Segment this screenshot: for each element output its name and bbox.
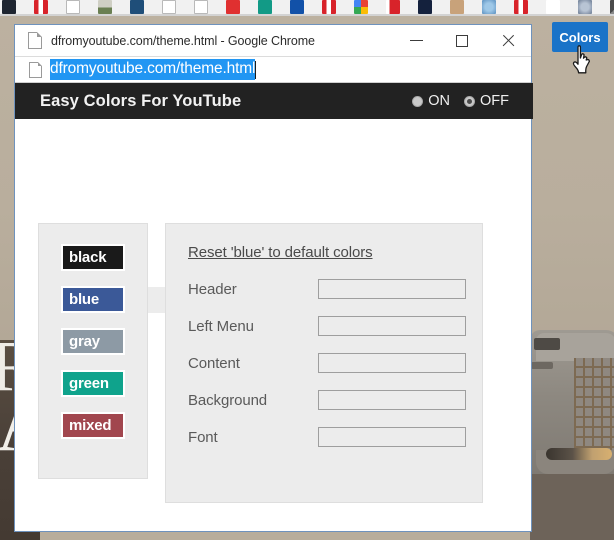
window-titlebar[interactable]: dfromyoutube.com/theme.html - Google Chr…	[15, 25, 531, 57]
page-content: Easy Colors For YouTube ON OFF black blu…	[15, 83, 533, 531]
bookmark-favicon-google-maps[interactable]	[354, 0, 368, 14]
preset-label-blue: blue	[69, 291, 100, 308]
bookmark-favicon-red-stripes-3[interactable]	[514, 0, 528, 14]
radio-off-label: OFF	[480, 93, 509, 109]
bookmarks-bar-divider	[0, 14, 614, 16]
bookmark-favicon-globe[interactable]	[578, 0, 592, 14]
bookmark-favicon-white-text[interactable]	[546, 0, 560, 14]
page-icon-small	[29, 61, 42, 78]
bookmark-favicon-blank[interactable]	[66, 0, 80, 14]
color-swatch-left-menu[interactable]	[318, 316, 466, 336]
setting-label-font: Font	[188, 428, 218, 446]
bookmark-favicon-blank-2[interactable]	[162, 0, 176, 14]
radio-off-icon	[464, 95, 475, 107]
bookmark-favicon-photo[interactable]	[98, 0, 112, 14]
background-appliance-grill	[574, 358, 614, 458]
setting-row-font: Font	[188, 427, 482, 447]
background-appliance-vent-2	[531, 362, 553, 369]
power-toggle-group: ON OFF	[412, 93, 509, 109]
text-caret	[255, 60, 257, 79]
background-appliance-tray-inner	[546, 448, 612, 460]
chrome-browser-window: dfromyoutube.com/theme.html - Google Chr…	[14, 24, 533, 532]
color-settings-panel: Reset 'blue' to default colors Header Le…	[165, 223, 483, 503]
bookmark-favicon-red-stripes[interactable]	[34, 0, 48, 14]
setting-row-header: Header	[188, 279, 482, 299]
maximize-icon	[456, 34, 468, 47]
radio-on[interactable]: ON	[412, 93, 450, 109]
minimize-button[interactable]	[393, 25, 439, 56]
url-input[interactable]: dfromyoutube.com/theme.html	[50, 59, 255, 80]
page-icon	[28, 32, 42, 49]
setting-label-content: Content	[188, 354, 240, 372]
preset-label-gray: gray	[69, 333, 100, 350]
setting-label-background: Background	[188, 391, 268, 409]
color-swatch-font[interactable]	[318, 427, 466, 447]
preset-button-black[interactable]: black	[61, 244, 125, 271]
setting-row-content: Content	[188, 353, 482, 373]
window-title: dfromyoutube.com/theme.html - Google Chr…	[51, 33, 315, 48]
theme-preset-panel: black blue gray green mixed	[38, 223, 148, 479]
bookmark-favicon-blue-building[interactable]	[130, 0, 144, 14]
bookmark-favicon-navy[interactable]	[418, 0, 432, 14]
minimize-icon	[409, 40, 423, 41]
close-button[interactable]	[485, 25, 531, 56]
background-floor-right	[530, 474, 614, 540]
extension-header: Easy Colors For YouTube ON OFF	[15, 83, 533, 119]
bookmark-favicon-blue-circle[interactable]	[482, 0, 496, 14]
color-swatch-background[interactable]	[318, 390, 466, 410]
setting-row-left-menu: Left Menu	[188, 316, 482, 336]
window-controls	[393, 25, 531, 56]
address-bar[interactable]: dfromyoutube.com/theme.html	[15, 57, 531, 83]
bookmark-favicon-red-rounded[interactable]	[226, 0, 240, 14]
bookmark-favicon-red-white[interactable]	[386, 0, 400, 14]
preset-button-green[interactable]: green	[61, 370, 125, 397]
pointing-hand-cursor	[572, 45, 590, 74]
reset-defaults-link[interactable]: Reset 'blue' to default colors	[188, 244, 373, 261]
bookmark-favicon-red-stripes-2[interactable]	[322, 0, 336, 14]
setting-row-background: Background	[188, 390, 482, 410]
preset-label-mixed: mixed	[69, 417, 112, 434]
bookmark-favicon-blue-flag[interactable]	[290, 0, 304, 14]
bookmark-favicon-dark[interactable]	[2, 0, 16, 14]
setting-label-left-menu: Left Menu	[188, 317, 254, 335]
color-swatch-header[interactable]	[318, 279, 466, 299]
preset-label-green: green	[69, 375, 109, 392]
preset-button-gray[interactable]: gray	[61, 328, 125, 355]
radio-off[interactable]: OFF	[464, 93, 509, 109]
bookmark-favicon-hand[interactable]	[450, 0, 464, 14]
preset-button-blue[interactable]: blue	[61, 286, 125, 313]
setting-label-header: Header	[188, 280, 237, 298]
radio-on-label: ON	[428, 93, 450, 109]
bookmarks-bar[interactable]	[0, 0, 614, 14]
extension-title: Easy Colors For YouTube	[40, 91, 242, 110]
color-swatch-content[interactable]	[318, 353, 466, 373]
bookmark-favicon-teal-check[interactable]	[258, 0, 272, 14]
preset-button-mixed[interactable]: mixed	[61, 412, 125, 439]
bookmark-favicon-blank-3[interactable]	[194, 0, 208, 14]
maximize-button[interactable]	[439, 25, 485, 56]
close-icon	[501, 34, 515, 48]
background-appliance-vent	[534, 338, 560, 350]
bookmark-favicon-bird[interactable]	[610, 0, 614, 14]
preset-label-black: black	[69, 249, 107, 266]
radio-on-icon	[412, 95, 424, 107]
